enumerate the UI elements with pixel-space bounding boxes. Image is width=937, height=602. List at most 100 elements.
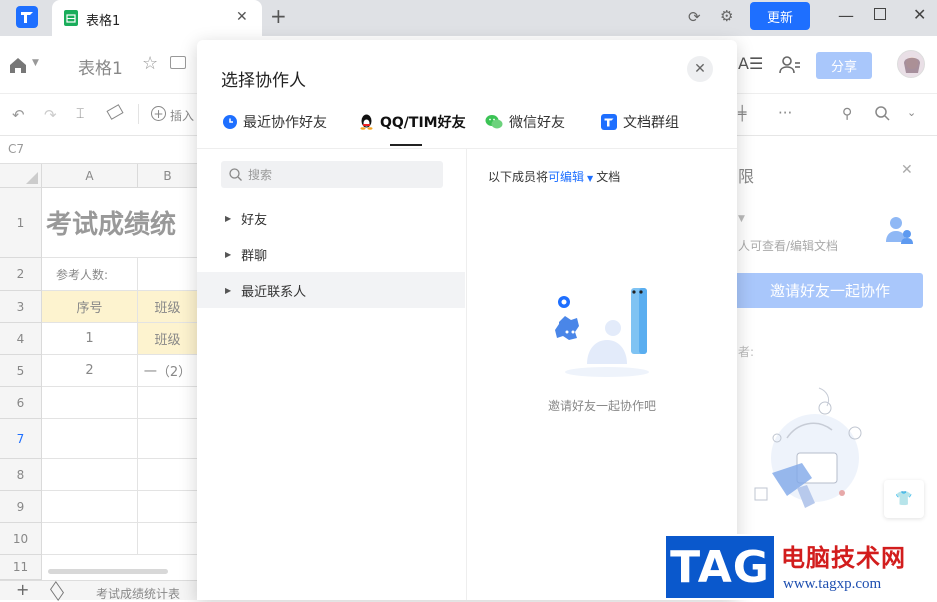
permission-dropdown-icon[interactable]: ▼ <box>738 214 745 224</box>
star-icon[interactable]: ☆ <box>142 53 158 74</box>
row-header-11[interactable]: 11 <box>0 555 42 580</box>
dialog-close-icon[interactable]: ✕ <box>687 56 713 82</box>
permission-caret-icon[interactable]: ▼ <box>587 174 593 183</box>
group-friends[interactable]: ▶ 好友 <box>197 200 465 236</box>
cell-b9[interactable] <box>138 491 198 523</box>
row-header-6[interactable]: 6 <box>0 387 42 419</box>
contact-list-pane: 搜索 ▶ 好友 ▶ 群聊 ▶ 最近联系人 <box>197 149 467 600</box>
row-header-4[interactable]: 4 <box>0 323 42 355</box>
caret-right-icon: ▶ <box>225 213 232 223</box>
update-button[interactable]: 更新 <box>750 2 810 30</box>
new-tab-icon[interactable]: + <box>270 4 287 28</box>
side-panel-desc: 人可查看/编辑文档 <box>738 239 839 253</box>
note-prefix: 以下成员将 <box>488 170 549 184</box>
cell-reference[interactable]: C7 <box>8 142 24 156</box>
tab-recent-collaborators[interactable]: 最近协作好友 <box>223 110 327 134</box>
tab-recent-label: 最近协作好友 <box>243 115 327 131</box>
folder-icon[interactable] <box>170 56 186 69</box>
row-header-7[interactable]: 7 <box>0 419 42 459</box>
add-sheet-icon[interactable]: + <box>16 582 29 598</box>
doc-group-icon <box>601 114 617 130</box>
align-icon[interactable]: ╪ <box>738 106 746 122</box>
cell-a6[interactable] <box>42 387 138 419</box>
row-header-10[interactable]: 10 <box>0 523 42 555</box>
home-dropdown-icon[interactable]: ▼ <box>32 58 39 68</box>
insert-label[interactable]: 插入 <box>170 107 194 124</box>
cell-b2[interactable] <box>138 258 198 291</box>
sheet-file-icon <box>64 10 78 26</box>
sheet-tab[interactable]: 考试成绩统计表 <box>96 585 180 602</box>
watermark-site-name: 电脑技术网 <box>781 544 906 572</box>
close-window-icon[interactable]: ✕ <box>913 5 926 24</box>
group-recent-contacts[interactable]: ▶ 最近联系人 <box>197 272 465 308</box>
row-header-5[interactable]: 5 <box>0 355 42 387</box>
horizontal-scrollbar[interactable] <box>48 569 168 574</box>
collaborator-icon[interactable] <box>779 55 801 75</box>
dialog-title: 选择协作人 <box>221 71 306 91</box>
settings-icon[interactable]: ⚙ <box>720 7 733 25</box>
row-header-3[interactable]: 3 <box>0 291 42 323</box>
row-header-1[interactable]: 1 <box>0 188 42 258</box>
sync-icon[interactable]: ⟳ <box>688 8 701 26</box>
tab-qq-tim-friends[interactable]: QQ/TIM好友 <box>359 110 466 134</box>
caret-right-icon: ▶ <box>225 285 232 295</box>
cell-b5[interactable]: 一（2） <box>138 355 198 387</box>
cell-a5[interactable]: 2 <box>42 355 138 387</box>
select-collaborator-dialog: 选择协作人 ✕ 最近协作好友 QQ/TIM好友 微信好友 文档群组 搜索 ▶ 好… <box>197 40 737 600</box>
cell-a7[interactable] <box>42 419 138 459</box>
cell-b10[interactable] <box>138 523 198 555</box>
tab-doc-groups-label: 文档群组 <box>623 115 679 131</box>
cell-a9[interactable] <box>42 491 138 523</box>
tab-wechat-friends[interactable]: 微信好友 <box>485 110 565 134</box>
close-tab-icon[interactable]: ✕ <box>236 9 248 25</box>
maximize-icon[interactable] <box>874 8 886 20</box>
cell-a8[interactable] <box>42 459 138 491</box>
wechat-icon <box>485 114 503 130</box>
permission-note: 以下成员将可编辑 ▼ 文档 <box>488 168 620 185</box>
search-icon[interactable] <box>874 105 890 121</box>
tab-wechat-label: 微信好友 <box>509 115 565 131</box>
brush-icon[interactable]: ⚲ <box>842 106 852 122</box>
row-header-8[interactable]: 8 <box>0 459 42 491</box>
row-header-9[interactable]: 9 <box>0 491 42 523</box>
tab-doc-groups[interactable]: 文档群组 <box>601 110 679 134</box>
collapse-toolbar-icon[interactable]: ⌄ <box>907 106 916 119</box>
undo-icon[interactable]: ↶ <box>12 106 25 124</box>
format-painter-icon[interactable]: ⌶ <box>76 106 84 122</box>
cell-a10[interactable] <box>42 523 138 555</box>
cell-b4[interactable]: 班级 <box>138 323 198 355</box>
font-style-icon[interactable]: A☰ <box>738 54 763 73</box>
count-label-cell[interactable]: 参考人数: <box>42 258 138 291</box>
title-cell[interactable]: 考试成绩统 <box>42 188 198 258</box>
redo-icon[interactable]: ↷ <box>44 106 57 124</box>
row-header-2[interactable]: 2 <box>0 258 42 291</box>
side-panel-close-icon[interactable]: ✕ <box>901 162 913 178</box>
search-icon <box>229 168 242 181</box>
group-chats[interactable]: ▶ 群聊 <box>197 236 465 272</box>
search-input[interactable]: 搜索 <box>221 161 443 188</box>
column-header-a[interactable]: A <box>42 164 138 188</box>
tab-sheet1[interactable] <box>52 0 262 36</box>
share-button[interactable]: 分享 <box>816 52 872 79</box>
doc-title[interactable]: 表格1 <box>78 54 123 79</box>
invite-friends-button[interactable]: 邀请好友一起协作 <box>737 273 923 308</box>
tab-title: 表格1 <box>86 14 121 29</box>
app-logo[interactable] <box>16 6 38 28</box>
cell-b6[interactable] <box>138 387 198 419</box>
insert-icon[interactable]: + <box>151 106 166 121</box>
active-tab-indicator <box>390 144 422 146</box>
skin-icon[interactable]: 👕 <box>884 480 924 518</box>
cell-b7[interactable] <box>138 419 198 459</box>
more-icon[interactable]: ··· <box>778 104 792 122</box>
header-cell-class[interactable]: 班级 <box>138 291 198 323</box>
caret-right-icon: ▶ <box>225 249 232 259</box>
cell-a4[interactable]: 1 <box>42 323 138 355</box>
header-cell-index[interactable]: 序号 <box>42 291 138 323</box>
home-icon[interactable] <box>8 55 28 75</box>
cell-b8[interactable] <box>138 459 198 491</box>
permission-dropdown[interactable]: 可编辑 <box>548 170 584 184</box>
column-header-b[interactable]: B <box>138 164 198 188</box>
minimize-icon[interactable]: — <box>838 6 854 25</box>
select-all-corner[interactable] <box>0 164 42 188</box>
avatar[interactable] <box>897 50 925 78</box>
